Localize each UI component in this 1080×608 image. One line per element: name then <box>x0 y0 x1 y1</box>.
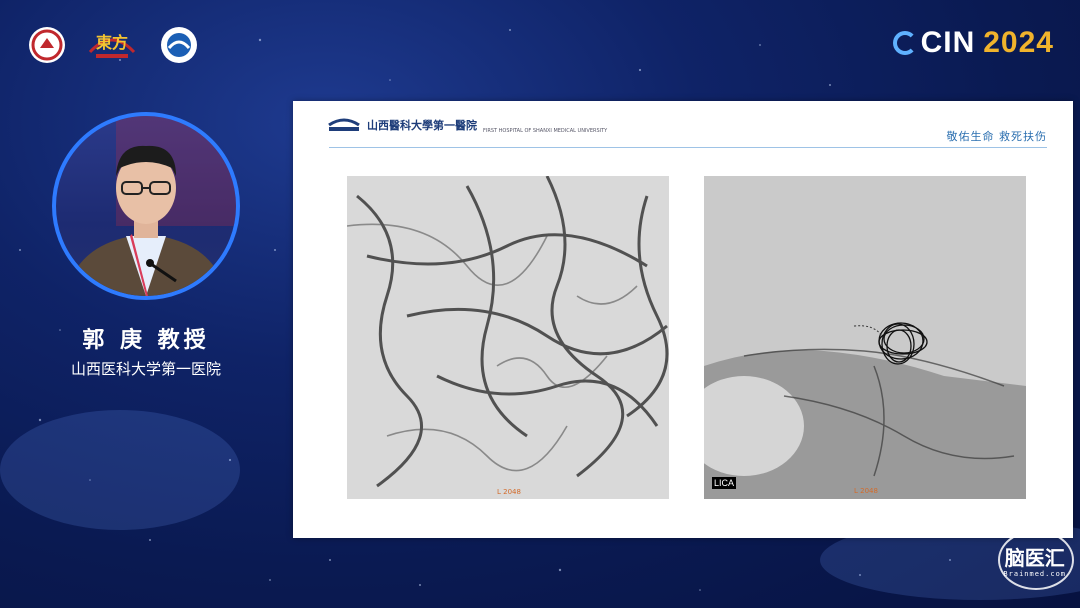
dongfang-logo: 東方 <box>88 33 136 58</box>
hospital-name: 山西醫科大學第一醫院 <box>367 119 477 132</box>
speaker-affiliation: 山西医科大学第一医院 <box>70 360 221 378</box>
brand-prefix: CIN <box>920 26 976 59</box>
slide-header: 山西醫科大學第一醫院 FIRST HOSPITAL OF SHANXI MEDI… <box>327 117 608 134</box>
presentation-slide: 山西醫科大學第一醫院 FIRST HOSPITAL OF SHANXI MEDI… <box>293 101 1073 538</box>
brand-c-icon <box>892 31 917 55</box>
header-divider <box>329 147 1047 148</box>
hospital-name-en: FIRST HOSPITAL OF SHANXI MEDICAL UNIVERS… <box>483 128 608 134</box>
hospital-motto: 敬佑生命 救死扶伤 <box>946 130 1047 143</box>
left-caption: L 2048 <box>497 488 521 496</box>
svg-text:東方: 東方 <box>96 33 128 52</box>
wave-emblem-logo <box>161 27 197 63</box>
lica-label: LICA <box>712 477 737 489</box>
university-seal-logo <box>29 27 65 63</box>
conference-brand: CIN 2024 <box>892 26 1054 60</box>
watermark-text: 脑医汇 <box>1004 546 1065 570</box>
speaker-avatar <box>52 112 240 300</box>
angiogram-left: L 2048 <box>347 176 669 499</box>
right-caption: L 2048 <box>854 487 878 495</box>
brand-year: 2024 <box>983 26 1054 59</box>
watermark: 脑医汇 Brainmed.com <box>1003 542 1066 578</box>
speaker-name: 郭 庚 教授 <box>82 328 210 353</box>
angiogram-right: LICA L 2048 <box>704 176 1026 499</box>
watermark-sub: Brainmed.com <box>1003 570 1066 578</box>
hospital-logo <box>328 118 360 131</box>
